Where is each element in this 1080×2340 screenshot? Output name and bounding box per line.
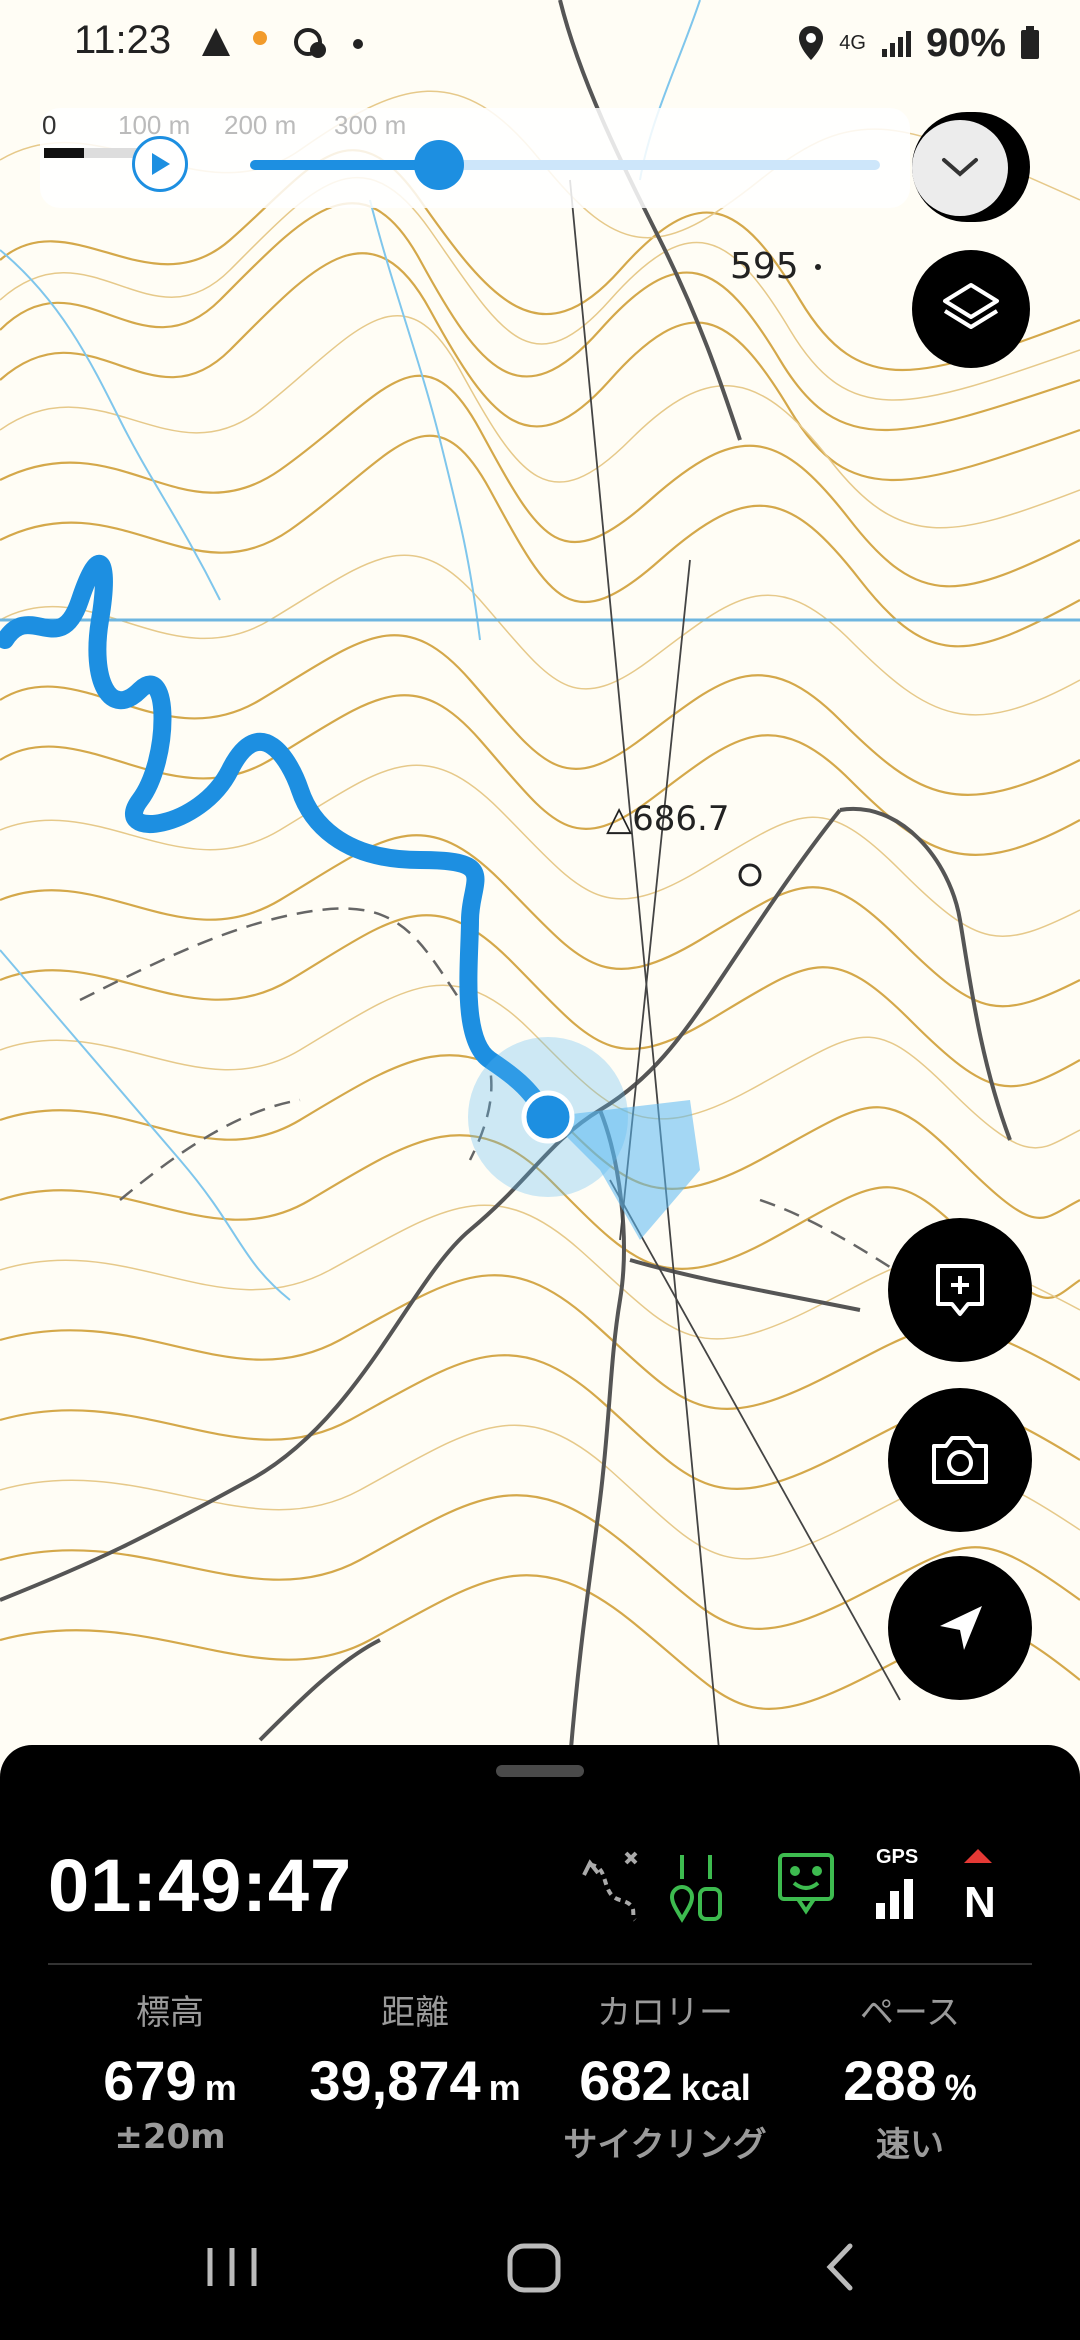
stat-pace: ペース 288% 速い [810,1985,1010,2166]
gps-label: GPS [876,1846,918,1868]
location-arrow-icon [940,1606,982,1650]
route-icon [582,1851,638,1922]
status-time: 11:23 [74,18,172,62]
signal-icon [881,31,911,57]
stat-label: 距離 [381,1993,449,2033]
stat-value: 679 m [103,2049,237,2112]
stat-sub: サイクリング [563,2125,767,2165]
scale-label-0: 0 [42,110,57,140]
stat-value: 682 kcal [579,2049,751,2112]
stat-distance: 距離 39,874 m [290,1985,540,2117]
status-icons: GPS N [582,1846,996,1925]
add-comment-icon [936,1264,984,1316]
layers-button[interactable] [912,250,1030,368]
stat-label: 標高 [136,1993,204,2033]
drag-handle[interactable] [496,1765,584,1777]
waypoint-pair-icon [669,1855,722,1923]
triangulation-label: △686.7 [606,799,730,839]
location-pin-icon [799,26,824,60]
scale-label-300: 300 m [334,110,407,140]
play-icon [152,153,170,175]
elapsed-time: 01:49:47 [48,1844,353,1927]
battery-icon [1021,26,1039,59]
panel-divider [48,1963,1032,1965]
camera-button[interactable] [888,1388,1032,1532]
battery-percent: 90% [925,20,1006,65]
status-right: 4G 90% [797,18,1040,68]
stat-sub: 速い [876,2125,944,2165]
current-location-dot [521,1090,575,1144]
north-label: N [964,1878,996,1925]
stat-value: 39,874 m [309,2049,521,2112]
stat-calories: カロリー 682 kcal サイクリング [550,1985,780,2166]
network-type: 4G [839,31,866,54]
chevron-down-icon [942,158,978,177]
camera-icon [932,1436,988,1484]
layers-icon [943,283,999,329]
scale-label-200: 200 m [224,110,297,140]
stat-elevation: 標高 679 m ±20m [70,1985,270,2157]
compass-north-icon: N [964,1849,996,1925]
notification-icons [202,28,363,58]
my-location-button[interactable] [888,1556,1032,1700]
slider-knob[interactable] [414,140,464,190]
stat-label: カロリー [597,1993,733,2033]
playback-slider[interactable] [250,140,880,190]
system-nav-bar [0,2220,1080,2340]
playback-bar: 0 100 m 200 m 300 m [40,108,910,208]
message-face-icon [778,1853,834,1915]
stat-value: 288% [843,2049,977,2112]
spot-elevation-label: 595 [730,246,799,287]
stat-label: ペース [859,1993,961,2033]
status-bar: 11:23 4G 90% [0,0,1080,90]
slider-fill [250,160,439,170]
collapse-button[interactable] [912,112,1030,222]
gps-signal-icon [876,1879,913,1919]
stat-sub: ±20m [114,2117,226,2157]
add-comment-button[interactable] [888,1218,1032,1362]
play-button[interactable] [132,136,188,192]
